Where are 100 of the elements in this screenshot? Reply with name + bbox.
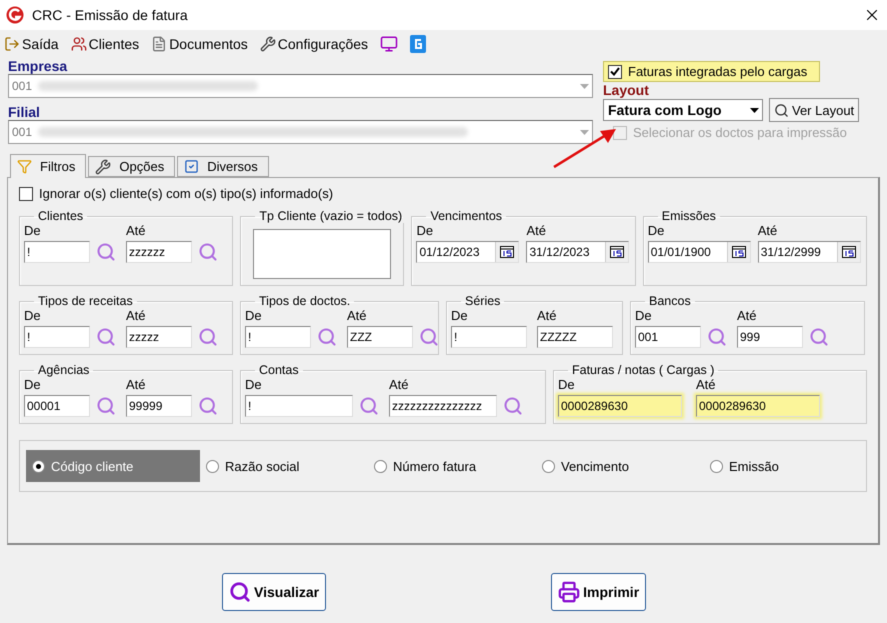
toolbar-icon-button[interactable]	[408, 35, 428, 53]
input-field[interactable]: zzzzzz	[126, 241, 192, 263]
tab[interactable]: Filtros	[10, 154, 86, 178]
calendar-icon[interactable]	[836, 242, 860, 262]
field-label: Até	[126, 377, 147, 392]
printer-icon	[558, 581, 580, 603]
ignore-checkbox[interactable]: Ignorar o(s) cliente(s) com o(s) tipo(s) informado(s)	[19, 186, 867, 201]
empresa-label: Empresa	[8, 58, 68, 74]
toolbar-button[interactable]: Configurações	[258, 36, 370, 52]
group-title: Bancos	[648, 294, 692, 308]
exit-door-icon	[4, 36, 20, 52]
app-logo-icon	[6, 6, 24, 24]
field-label: De	[451, 308, 469, 323]
input-field[interactable]: !	[451, 326, 527, 348]
field-label: De	[24, 377, 42, 392]
field-label: Até	[389, 377, 410, 392]
toolbar-button[interactable]: Saída	[2, 36, 61, 52]
field-label: De	[245, 308, 263, 323]
input-field[interactable]: ZZZZZ	[537, 326, 613, 348]
radio-option[interactable]: Razão social	[200, 450, 368, 482]
date-field[interactable]: 01/12/2023	[416, 241, 520, 263]
input-field[interactable]: 0000289630	[696, 395, 820, 417]
group-title: Emissões	[660, 209, 717, 223]
monitor-icon	[380, 35, 398, 53]
group-title: Clientes	[37, 209, 84, 223]
input-field[interactable]: 00001	[24, 395, 90, 417]
search-icon[interactable]	[359, 396, 379, 416]
search-icon[interactable]	[317, 327, 337, 347]
input-field[interactable]: 001	[635, 326, 701, 348]
input-field[interactable]: zzzzzzzzzzzzzzz	[389, 395, 497, 417]
tab[interactable]: Diversos	[177, 156, 269, 177]
toolbar-button[interactable]: Clientes	[68, 36, 142, 52]
date-field[interactable]: 31/12/2023	[526, 241, 630, 263]
input-field[interactable]: zzzzz	[126, 326, 192, 348]
preview-button[interactable]: Visualizar	[222, 573, 326, 611]
document-icon	[151, 36, 168, 52]
field-label: Até	[737, 308, 758, 323]
search-icon[interactable]	[707, 327, 727, 347]
wrench-icon	[260, 36, 276, 52]
group-title: Contas	[258, 363, 300, 377]
group-title: Tp Cliente (vazio = todos)	[258, 209, 404, 223]
calendar-icon[interactable]	[605, 242, 628, 262]
radio-option[interactable]: Vencimento	[536, 450, 704, 482]
field-label: De	[24, 223, 42, 238]
cargas-checkbox[interactable]: Faturas integradas pelo cargas	[603, 61, 820, 82]
wrench-icon	[95, 158, 112, 174]
group-title: Faturas / notas ( Cargas )	[571, 363, 716, 377]
field-label: De	[635, 308, 653, 323]
field-label: De	[558, 377, 576, 392]
search-icon[interactable]	[503, 396, 523, 416]
tab[interactable]: Opções	[88, 156, 176, 177]
search-icon[interactable]	[198, 396, 218, 416]
dropdown-arrow-icon[interactable]	[750, 108, 758, 112]
field-label: De	[648, 223, 666, 238]
group-title: Vencimentos	[429, 209, 504, 223]
filial-dropdown[interactable]: 001	[8, 120, 593, 144]
radio-option[interactable]: Código cliente	[26, 450, 200, 482]
field-label: De	[24, 308, 42, 323]
search-icon[interactable]	[96, 327, 116, 347]
search-icon[interactable]	[809, 327, 829, 347]
field-label: De	[416, 223, 434, 238]
date-field[interactable]: 31/12/2999	[758, 241, 861, 263]
search-icon[interactable]	[419, 327, 439, 347]
print-button[interactable]: Imprimir	[551, 573, 646, 611]
group-title: Tipos de receitas	[37, 294, 134, 308]
checkmark-icon	[610, 67, 620, 76]
input-field[interactable]: 0000289630	[558, 395, 682, 417]
search-icon[interactable]	[96, 396, 116, 416]
search-icon[interactable]	[198, 242, 218, 262]
group-title: Agências	[37, 363, 90, 377]
field-label: Até	[537, 308, 558, 323]
window-title: CRC - Emissão de fatura	[32, 7, 189, 23]
field-label: Até	[347, 308, 368, 323]
layout-dropdown[interactable]: Fatura com Logo	[603, 99, 763, 121]
input-field[interactable]: !	[24, 326, 90, 348]
field-label: Até	[526, 223, 547, 238]
calendar-icon[interactable]	[495, 242, 518, 262]
input-field[interactable]: !	[245, 395, 353, 417]
people-icon	[70, 36, 87, 52]
toolbar-icon-button[interactable]	[378, 35, 400, 53]
date-field[interactable]: 01/01/1900	[648, 241, 751, 263]
search-icon[interactable]	[96, 242, 116, 262]
filial-label: Filial	[8, 104, 41, 120]
input-field[interactable]: 99999	[126, 395, 192, 417]
layout-label: Layout	[603, 82, 649, 98]
search-icon[interactable]	[198, 327, 218, 347]
calendar-icon[interactable]	[726, 242, 750, 262]
group-title: Séries	[464, 294, 502, 308]
empresa-dropdown[interactable]: 001	[8, 74, 593, 98]
input-field[interactable]: !	[245, 326, 311, 348]
view-layout-button[interactable]: Ver Layout	[769, 98, 860, 122]
input-field[interactable]: 999	[737, 326, 803, 348]
input-field[interactable]: !	[24, 241, 90, 263]
radio-option[interactable]: Emissão	[704, 450, 804, 482]
input-field[interactable]: ZZZ	[347, 326, 413, 348]
list-field[interactable]	[253, 229, 392, 279]
radio-option[interactable]: Número fatura	[368, 450, 536, 482]
field-label: Até	[126, 308, 147, 323]
toolbar-button[interactable]: Documentos	[149, 36, 250, 52]
search-icon	[229, 581, 251, 603]
